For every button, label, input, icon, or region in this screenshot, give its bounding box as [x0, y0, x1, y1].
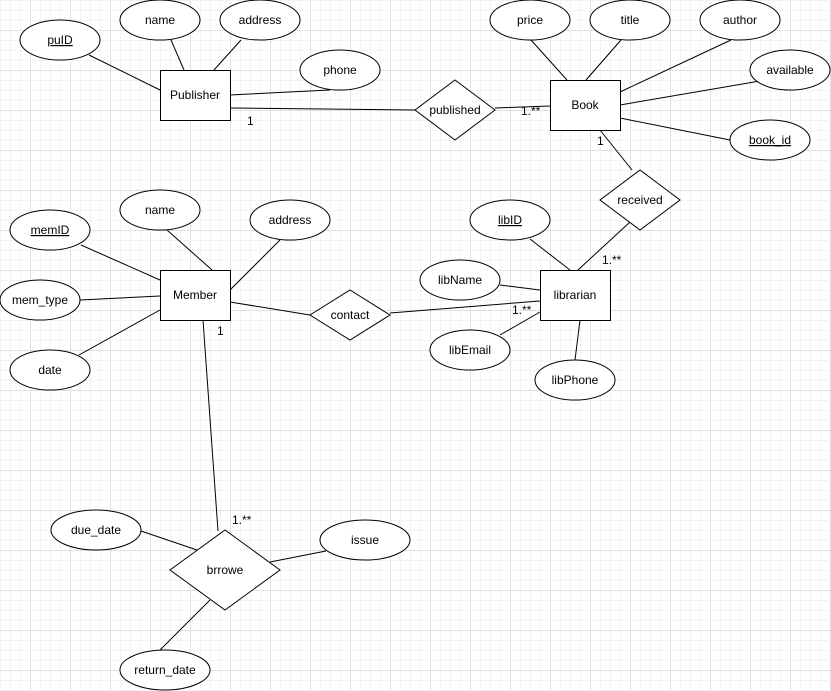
attribute-available[interactable]: available — [749, 49, 831, 91]
cardinality-received-librarian: 1.** — [602, 253, 622, 267]
entity-book[interactable]: Book — [550, 80, 621, 131]
attribute-label: date — [38, 363, 62, 377]
connector-member-date[interactable] — [78, 309, 161, 356]
attribute-label: due_date — [71, 523, 121, 537]
attribute-label: libPhone — [552, 373, 599, 387]
attribute-libID[interactable]: libID — [469, 199, 551, 241]
attribute-mem_name[interactable]: name — [119, 189, 201, 231]
entity-label: Member — [173, 288, 217, 302]
attribute-pub_name[interactable]: name — [119, 0, 201, 41]
entity-member[interactable]: Member — [160, 270, 231, 321]
cardinality-member-brrowe: 1.** — [232, 513, 252, 527]
attribute-label: libEmail — [449, 343, 491, 357]
relationship-label: contact — [331, 308, 370, 322]
connector-publisher-pub_address[interactable] — [213, 39, 242, 71]
entity-label: Book — [571, 98, 599, 112]
cardinality-published-book: 1.** — [521, 104, 541, 118]
attribute-libEmail[interactable]: libEmail — [429, 329, 511, 371]
entity-librarian[interactable]: librarian — [540, 270, 611, 321]
attribute-libPhone[interactable]: libPhone — [534, 359, 616, 401]
attribute-label: title — [621, 13, 640, 27]
cardinality-book-received: 1 — [597, 134, 604, 148]
connector-publisher-published[interactable] — [229, 107, 416, 111]
attribute-mem_type[interactable]: mem_type — [0, 279, 81, 321]
attribute-author[interactable]: author — [699, 0, 781, 41]
diagram-shapes: Publisher Book Member librarian published rec… — [0, 0, 831, 691]
cardinality-member-contact: 1 — [217, 324, 224, 338]
attribute-pub_address[interactable]: address — [219, 0, 301, 41]
attribute-price[interactable]: price — [489, 0, 571, 41]
attribute-label: name — [145, 203, 175, 217]
relationship-label: brrowe — [207, 563, 244, 577]
attribute-return_date[interactable]: return_date — [119, 649, 211, 691]
connector-member-mem_address[interactable] — [229, 239, 281, 291]
attribute-label: address — [239, 13, 282, 27]
attribute-label: return_date — [134, 663, 196, 677]
connector-publisher-pub_name[interactable] — [170, 39, 185, 71]
attribute-label: libName — [438, 273, 482, 287]
attribute-memID[interactable]: memID — [9, 209, 91, 251]
relationship-contact[interactable]: contact — [309, 289, 391, 341]
connector-book-book_id[interactable] — [619, 117, 731, 141]
attribute-book_id[interactable]: book_id — [729, 119, 811, 161]
primary-key-label: memID — [31, 223, 70, 237]
cardinality-publisher-published: 1 — [247, 114, 254, 128]
primary-key-label: book_id — [749, 133, 791, 147]
attribute-label: mem_type — [12, 293, 68, 307]
attribute-libName[interactable]: libName — [419, 259, 501, 301]
connector-book-author[interactable] — [619, 39, 732, 93]
primary-key-label: puID — [47, 33, 73, 47]
attribute-label: name — [145, 13, 175, 27]
entity-label: Publisher — [170, 88, 220, 102]
attribute-label: issue — [351, 533, 379, 547]
relationship-label: published — [429, 103, 480, 117]
attribute-label: address — [269, 213, 312, 227]
entity-publisher[interactable]: Publisher — [160, 70, 231, 121]
connector-lines — [78, 39, 761, 651]
connector-brrowe-return_date[interactable] — [159, 599, 211, 651]
attribute-date[interactable]: date — [9, 349, 91, 391]
background-grid — [0, 0, 831, 691]
attribute-label: phone — [323, 63, 357, 77]
entity-label: librarian — [554, 288, 597, 302]
attribute-puID[interactable]: puID — [19, 19, 101, 61]
attribute-issue[interactable]: issue — [319, 519, 411, 561]
attribute-due_date[interactable]: due_date — [50, 509, 142, 551]
relationship-brrowe[interactable]: brrowe — [169, 529, 281, 611]
attribute-label: available — [766, 63, 814, 77]
attribute-title[interactable]: title — [589, 0, 671, 41]
attribute-mem_address[interactable]: address — [249, 199, 331, 241]
relationship-label: received — [617, 193, 662, 207]
cardinality-contact-librarian: 1.** — [512, 303, 532, 317]
attribute-phone[interactable]: phone — [299, 49, 381, 91]
er-diagram-canvas: Publisher Book Member librarian published rec… — [0, 0, 831, 691]
attribute-label: author — [723, 13, 757, 27]
primary-key-label: libID — [498, 213, 522, 227]
attribute-label: price — [517, 13, 543, 27]
